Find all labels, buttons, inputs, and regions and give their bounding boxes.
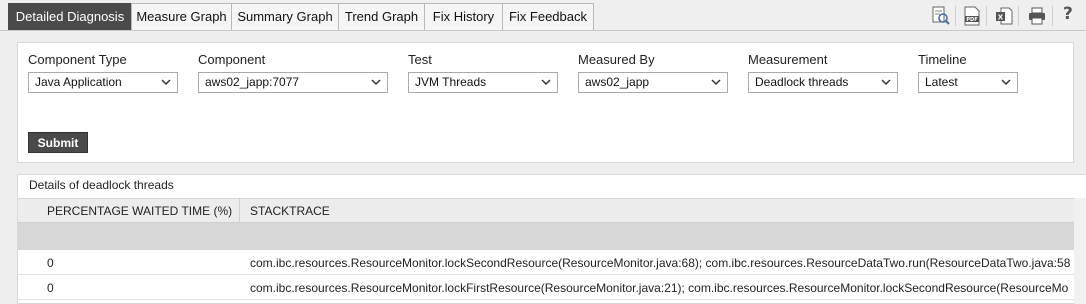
test-select[interactable]: JVM Threads [408, 72, 558, 93]
chevron-down-icon [881, 79, 891, 86]
measured-by-label: Measured By [578, 52, 655, 67]
component-type-select[interactable]: Java Application [28, 72, 178, 93]
column-divider [239, 198, 240, 223]
tab-summary-graph[interactable]: Summary Graph [231, 3, 339, 30]
measurement-value: Deadlock threads [755, 75, 849, 89]
excel-icon[interactable]: X [995, 6, 1013, 26]
details-title: Details of deadlock threads [29, 178, 174, 192]
toolbar-divider [1018, 6, 1019, 26]
vertical-scrollbar[interactable] [1074, 198, 1086, 304]
svg-text:X: X [998, 14, 1004, 22]
measurement-label: Measurement [748, 52, 828, 67]
test-label: Test [408, 52, 432, 67]
chevron-down-icon [371, 79, 381, 86]
tab-trend-graph[interactable]: Trend Graph [338, 3, 425, 30]
svg-text:PDF: PDF [966, 17, 977, 23]
timeline-label: Timeline [918, 52, 967, 67]
test-value: JVM Threads [415, 75, 487, 89]
component-value: aws02_japp:7077 [205, 75, 300, 89]
column-header-percentage[interactable]: PERCENTAGE WAITED TIME (%) [47, 204, 232, 218]
toolbar-divider [1052, 6, 1053, 26]
table-group-band [18, 223, 1086, 250]
pdf-icon[interactable]: PDF [963, 6, 981, 26]
component-type-label: Component Type [28, 52, 127, 67]
column-header-stacktrace[interactable]: STACKTRACE [250, 204, 330, 218]
timeline-select[interactable]: Latest [918, 72, 1018, 93]
chevron-down-icon [711, 79, 721, 86]
measured-by-select[interactable]: aws02_japp [578, 72, 728, 93]
timeline-value: Latest [925, 75, 958, 89]
row-stacktrace: com.ibc.resources.ResourceMonitor.lockSe… [250, 256, 1071, 270]
chevron-down-icon [161, 79, 171, 86]
chevron-down-icon [541, 79, 551, 86]
tab-measure-graph[interactable]: Measure Graph [131, 3, 232, 30]
row-percentage: 0 [47, 256, 54, 270]
component-select[interactable]: aws02_japp:7077 [198, 72, 388, 93]
print-icon[interactable] [1028, 6, 1046, 26]
help-icon[interactable]: ? [1063, 4, 1073, 24]
tab-fix-feedback[interactable]: Fix Feedback [502, 3, 594, 30]
row-percentage: 0 [47, 281, 54, 295]
search-report-icon[interactable] [932, 6, 950, 26]
tab-bar-divider [0, 30, 1086, 31]
row-stacktrace: com.ibc.resources.ResourceMonitor.lockFi… [250, 281, 1069, 295]
toolbar-divider [986, 6, 987, 26]
component-type-value: Java Application [35, 75, 122, 89]
toolbar-divider [955, 6, 956, 26]
component-label: Component [198, 52, 266, 67]
filter-panel [17, 42, 1074, 163]
tab-fix-history[interactable]: Fix History [424, 3, 503, 30]
chevron-down-icon [1001, 79, 1011, 86]
measured-by-value: aws02_japp [585, 75, 650, 89]
submit-button[interactable]: Submit [28, 132, 88, 153]
tab-detailed-diagnosis[interactable]: Detailed Diagnosis [8, 3, 132, 30]
measurement-select[interactable]: Deadlock threads [748, 72, 898, 93]
